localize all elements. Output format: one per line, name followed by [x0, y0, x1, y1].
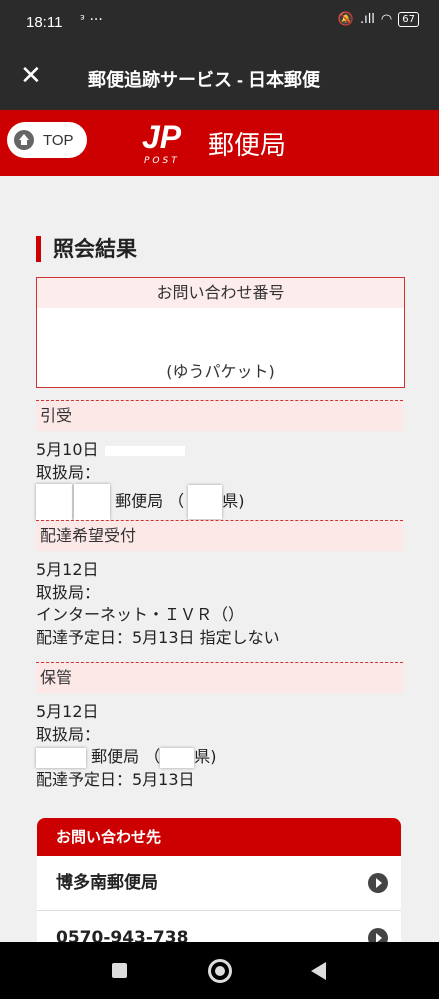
logo-post: POST [144, 156, 180, 166]
back-icon[interactable] [311, 962, 326, 980]
logo-name: 郵便局 [208, 131, 287, 161]
wifi-icon: ◠ [380, 12, 393, 27]
logo-mark: JP [142, 119, 182, 155]
status-time: 18:11 [26, 14, 63, 31]
event-date: 5月12日 [36, 702, 99, 721]
inquiry-box: お問い合わせ番号 (ゆうパケット) [36, 277, 405, 388]
event-prefecture: 県) [222, 491, 245, 511]
event-scheduled: 配達予定日：5月13日 [36, 769, 195, 789]
browser-title-bar: ✕ 郵便追跡サービス - 日本郵便 [0, 46, 439, 110]
event-item: 引受 5月10日 取扱局： 郵便局 （ 県) [36, 400, 403, 520]
event-scheduled: 配達予定日：5月13日 指定しない [36, 627, 280, 647]
event-office-label: 取扱局： [36, 582, 101, 602]
japan-post-logo[interactable]: JP POST 郵便局 [142, 119, 286, 166]
section-title: 照会結果 [36, 236, 137, 262]
event-office-label: 取扱局： [36, 462, 101, 482]
event-status: 配達希望受付 [36, 520, 403, 551]
chevron-right-icon [368, 873, 388, 893]
contact-office-name: 博多南郵便局 [56, 873, 158, 893]
redaction [160, 747, 195, 768]
top-button[interactable]: TOP [7, 122, 87, 158]
redaction [36, 484, 72, 520]
status-bar: 18:11 ᵌ ··· 🔕 .ıll ◠ 67 [0, 0, 439, 46]
site-header: TOP JP POST 郵便局 [0, 110, 439, 176]
contact-header: お問い合わせ先 [37, 818, 401, 856]
battery-icon: 67 [398, 12, 419, 27]
recents-icon[interactable] [112, 963, 127, 978]
event-date: 5月10日 [36, 440, 99, 459]
event-office-name: 郵便局 （ [91, 747, 161, 766]
redaction [36, 747, 86, 768]
home-icon [14, 130, 34, 150]
package-type: (ゆうパケット) [166, 362, 275, 381]
redaction [74, 484, 110, 520]
main-content: 照会結果 お問い合わせ番号 (ゆうパケット) 引受 5月10日 取扱局： 郵便局… [0, 176, 439, 958]
inquiry-header: お問い合わせ番号 [37, 278, 404, 308]
contact-card: お問い合わせ先 博多南郵便局 0570-943-738 [37, 818, 401, 958]
close-icon[interactable]: ✕ [20, 62, 42, 90]
status-extra: ᵌ ··· [80, 12, 103, 28]
event-date: 5月12日 [36, 560, 99, 579]
system-nav-bar [0, 942, 439, 999]
event-prefecture: 県) [194, 747, 217, 766]
event-item: 保管 5月12日 取扱局： 郵便局 （ 県) 配達予定日：5月13日 [36, 662, 403, 791]
status-icons: 🔕 .ıll ◠ 67 [338, 12, 419, 27]
event-status: 引受 [36, 400, 403, 431]
event-office-name: インターネット・ＩＶＲ（） [36, 605, 245, 624]
top-button-label: TOP [43, 131, 74, 149]
event-office-label: 取扱局： [36, 724, 101, 744]
home-icon[interactable] [208, 959, 232, 983]
event-item: 配達希望受付 5月12日 取扱局： インターネット・ＩＶＲ（） 配達予定日：5月… [36, 520, 403, 649]
redaction [104, 445, 185, 456]
redaction [188, 485, 223, 519]
contact-office-link[interactable]: 博多南郵便局 [37, 856, 401, 911]
event-office-name: 郵便局 （ [115, 491, 185, 511]
signal-icon: .ıll [359, 12, 375, 27]
event-status: 保管 [36, 662, 403, 693]
page-title: 郵便追跡サービス - 日本郵便 [88, 70, 320, 90]
mute-icon: 🔕 [337, 12, 354, 27]
